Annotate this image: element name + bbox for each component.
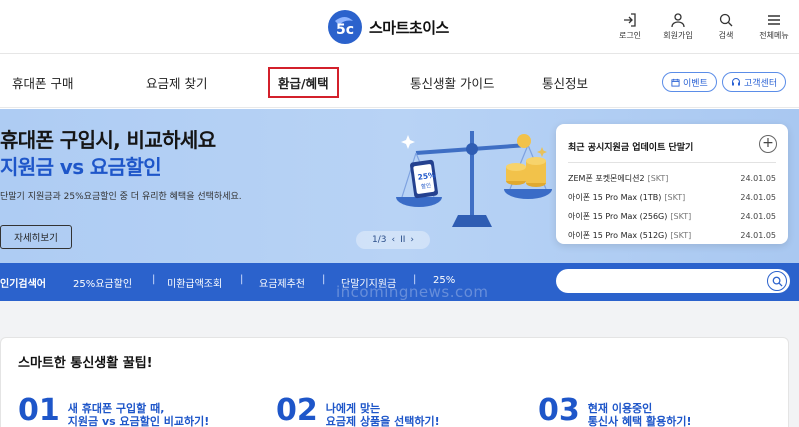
- keyword-separator: |: [152, 274, 156, 285]
- pause-slide-button[interactable]: II: [400, 235, 405, 245]
- headset-icon: [732, 78, 740, 86]
- device-name: ZEM폰 포켓몬에디션2: [568, 174, 645, 183]
- search-label: 검색: [718, 31, 734, 40]
- device-name: 아이폰 15 Pro Max (1TB): [568, 193, 662, 202]
- tip-number: 02: [276, 393, 318, 427]
- nav-refund-benefits[interactable]: 환급/혜택: [268, 67, 339, 98]
- search-icon: [719, 13, 733, 27]
- card-title: 최근 공시지원금 업데이트 단말기: [568, 143, 694, 153]
- tip-number: 01: [18, 393, 60, 427]
- menu-icon: [768, 15, 780, 25]
- tip-line1: 현재 이용중인: [587, 402, 653, 415]
- keyword-link[interactable]: 요금제추천: [259, 275, 305, 290]
- list-item[interactable]: ZEM폰 포켓몬에디션2 [SKT] 24.01.05: [568, 169, 776, 188]
- carrier: [SKT]: [670, 231, 692, 240]
- signup-label: 회원가입: [663, 31, 693, 40]
- subsidy-update-card: 최근 공시지원금 업데이트 단말기 + ZEM폰 포켓몬에디션2 [SKT] 24…: [556, 124, 788, 244]
- update-date: 24.01.05: [740, 174, 776, 183]
- popular-keywords-label: 인기검색어: [0, 279, 46, 290]
- keyword-separator: |: [240, 274, 244, 285]
- list-item[interactable]: 아이폰 15 Pro Max (256G) [SKT] 24.01.05: [568, 207, 776, 226]
- sparkle-icon: [537, 147, 547, 157]
- tip-item[interactable]: 02 나에게 맞는 요금제 상품을 선택하기!: [276, 396, 440, 427]
- slide-pager: 1/3 ‹ II ›: [356, 231, 430, 249]
- list-item[interactable]: 아이폰 15 Pro Max (512G) [SKT] 24.01.05: [568, 226, 776, 245]
- top-utility-menu: 로그인 회원가입 검색 전체메뉴: [613, 12, 791, 41]
- carrier: [SKT]: [647, 174, 669, 183]
- customer-center-label: 고객센터: [744, 78, 778, 89]
- tip-line2: 통신사 혜택 활용하기!: [587, 415, 692, 427]
- update-date: 24.01.05: [740, 193, 776, 202]
- update-date: 24.01.05: [740, 212, 776, 221]
- hero-description: 단말기 지원금과 25%요금할인 중 더 유리한 혜택을 선택하세요.: [0, 192, 242, 202]
- carrier: [SKT]: [670, 212, 692, 221]
- site-header: 5c 스마트초이스 로그인 회원가입 검색 전체메뉴: [0, 0, 799, 54]
- tip-line2: 지원금 vs 요금할인 비교하기!: [67, 415, 210, 427]
- event-button[interactable]: 이벤트: [662, 72, 717, 92]
- tip-text: 나에게 맞는 요금제 상품을 선택하기!: [326, 402, 440, 427]
- prev-slide-button[interactable]: ‹: [391, 235, 395, 245]
- tip-number: 03: [538, 393, 580, 427]
- search-submit-button[interactable]: [767, 271, 787, 291]
- main-navigation: 휴대폰 구매 요금제 찾기 환급/혜택 통신생활 가이드 통신정보 이벤트 고객…: [0, 55, 799, 108]
- event-label: 이벤트: [683, 78, 708, 89]
- site-logo[interactable]: 5c 스마트초이스: [327, 9, 449, 45]
- hero-subtitle: 지원금 vs 요금할인: [0, 155, 162, 179]
- calendar-icon: [671, 78, 680, 87]
- nav-plan-finder[interactable]: 요금제 찾기: [146, 73, 207, 92]
- tip-item[interactable]: 01 새 휴대폰 구입할 때, 지원금 vs 요금할인 비교하기!: [18, 396, 209, 427]
- search-icon: [772, 276, 783, 287]
- next-slide-button[interactable]: ›: [410, 235, 414, 245]
- balance-scale-illustration: 25% 할인: [396, 131, 552, 227]
- more-plus-button[interactable]: +: [759, 135, 777, 153]
- carrier: [SKT]: [664, 193, 686, 202]
- nav-telecom-info[interactable]: 통신정보: [542, 73, 588, 92]
- sparkle-icon: [401, 135, 415, 149]
- hero-title: 휴대폰 구입시, 비교하세요: [0, 128, 216, 152]
- slide-counter: 1/3: [371, 235, 387, 245]
- learn-more-button[interactable]: 자세히보기: [0, 225, 72, 249]
- person-icon: [671, 13, 685, 28]
- nav-phone-purchase[interactable]: 휴대폰 구매: [12, 73, 73, 92]
- tip-line1: 나에게 맞는: [325, 402, 381, 415]
- watermark-text: incomingnews.com: [336, 283, 489, 301]
- tip-item[interactable]: 03 현재 이용중인 통신사 혜택 활용하기!: [538, 396, 692, 427]
- smartchoice-logo-icon: 5c: [328, 10, 362, 44]
- list-item[interactable]: 아이폰 15 Pro Max (1TB) [SKT] 24.01.05: [568, 188, 776, 207]
- search-button[interactable]: 검색: [709, 12, 743, 41]
- search-input[interactable]: [556, 269, 790, 293]
- svg-text:5c: 5c: [336, 22, 354, 38]
- tips-title: 스마트한 통신생활 꿀팁!: [18, 356, 153, 371]
- keyword-link[interactable]: 25%요금할인: [73, 275, 132, 290]
- tip-line2: 요금제 상품을 선택하기!: [325, 415, 440, 427]
- keyword-link[interactable]: 미환급액조회: [167, 275, 222, 290]
- all-menu-button[interactable]: 전체메뉴: [757, 12, 791, 41]
- update-date: 24.01.05: [740, 231, 776, 240]
- login-icon: [624, 13, 636, 27]
- logo-text: 스마트초이스: [369, 18, 449, 37]
- device-name: 아이폰 15 Pro Max (512G): [568, 231, 668, 240]
- nav-telecom-guide[interactable]: 통신생활 가이드: [410, 73, 494, 92]
- device-name: 아이폰 15 Pro Max (256G): [568, 212, 668, 221]
- tip-line1: 새 휴대폰 구입할 때,: [67, 402, 165, 415]
- tip-text: 새 휴대폰 구입할 때, 지원금 vs 요금할인 비교하기!: [68, 402, 210, 427]
- login-label: 로그인: [618, 31, 642, 40]
- signup-button[interactable]: 회원가입: [661, 12, 695, 41]
- keyword-separator: |: [322, 274, 326, 285]
- customer-center-button[interactable]: 고객센터: [722, 72, 787, 92]
- tip-text: 현재 이용중인 통신사 혜택 활용하기!: [588, 402, 692, 427]
- login-button[interactable]: 로그인: [613, 12, 647, 41]
- all-menu-label: 전체메뉴: [759, 31, 789, 40]
- divider: [568, 162, 776, 163]
